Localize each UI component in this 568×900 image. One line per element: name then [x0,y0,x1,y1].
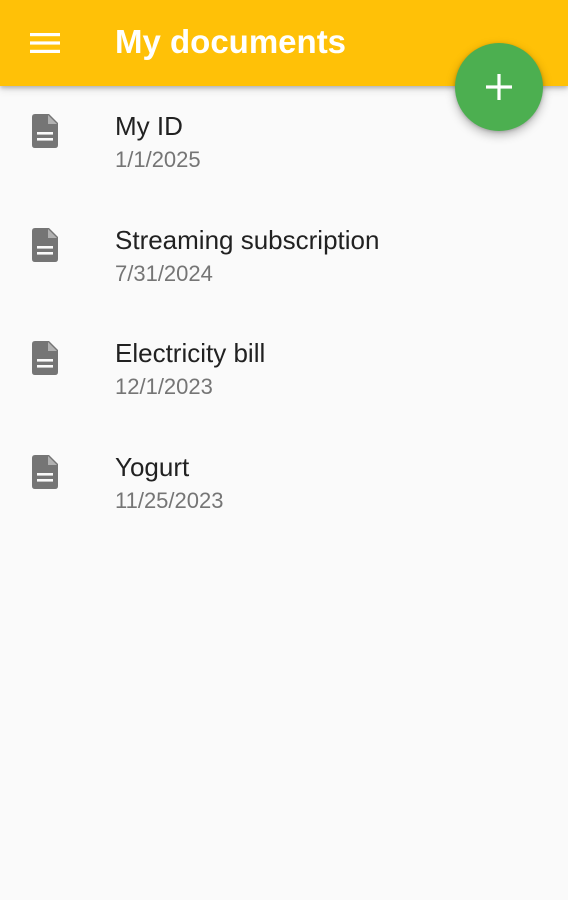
document-icon [32,114,58,148]
document-item-electricity-bill[interactable]: Electricity bill 12/1/2023 [0,313,568,427]
plus-icon [486,74,512,100]
document-list: My ID 1/1/2025 Streaming subscription 7/… [0,86,568,540]
menu-button[interactable] [22,20,68,66]
document-date: 1/1/2025 [115,147,201,172]
add-document-button[interactable] [455,43,543,131]
document-icon [32,341,58,375]
document-item-yogurt[interactable]: Yogurt 11/25/2023 [0,427,568,541]
document-icon [32,454,58,489]
document-item-streaming-subscription[interactable]: Streaming subscription 7/31/2024 [0,200,568,314]
document-name: Streaming subscription [115,224,380,255]
document-icon [32,227,58,262]
document-date: 11/25/2023 [115,487,224,513]
document-date: 7/31/2024 [115,260,213,286]
document-name: Electricity bill [115,338,266,368]
document-name: My ID [115,111,183,141]
page-title: My documents [115,23,347,60]
document-date: 12/1/2023 [115,374,213,399]
app-root: My documents My ID 1/1/2025 Streaming su… [0,0,568,900]
menu-icon [30,33,60,53]
document-name: Yogurt [115,451,190,482]
